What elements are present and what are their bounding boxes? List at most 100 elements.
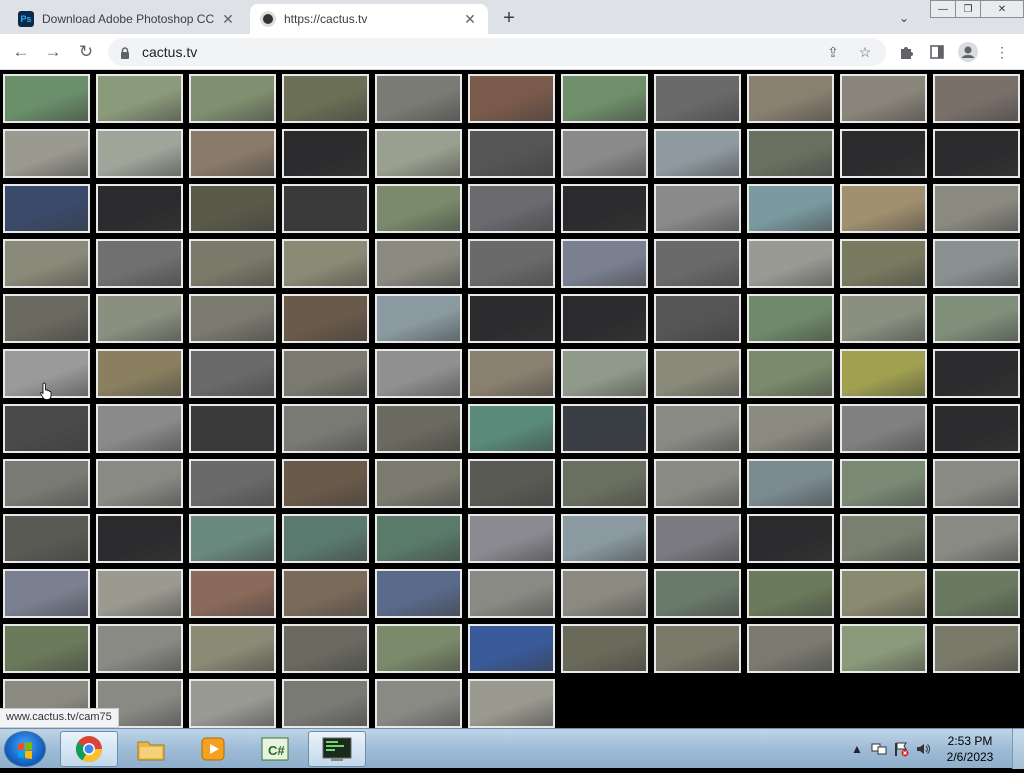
- camera-thumbnail[interactable]: [747, 239, 834, 288]
- camera-thumbnail[interactable]: [3, 624, 90, 673]
- camera-thumbnail[interactable]: [933, 514, 1020, 563]
- camera-thumbnail[interactable]: [189, 624, 276, 673]
- camera-thumbnail[interactable]: [96, 404, 183, 453]
- camera-thumbnail[interactable]: [189, 349, 276, 398]
- camera-thumbnail[interactable]: [96, 349, 183, 398]
- camera-thumbnail[interactable]: [561, 294, 648, 343]
- new-tab-button[interactable]: +: [497, 6, 521, 30]
- flag-icon[interactable]: [893, 741, 909, 757]
- camera-thumbnail[interactable]: [468, 74, 555, 123]
- tab-photoshop-download[interactable]: Ps Download Adobe Photoshop CC ✕: [8, 4, 246, 34]
- camera-thumbnail[interactable]: [375, 239, 462, 288]
- camera-thumbnail[interactable]: [840, 129, 927, 178]
- camera-thumbnail[interactable]: [933, 624, 1020, 673]
- camera-thumbnail[interactable]: [96, 514, 183, 563]
- camera-thumbnail[interactable]: [747, 349, 834, 398]
- camera-thumbnail[interactable]: [282, 679, 369, 728]
- camera-thumbnail[interactable]: [747, 129, 834, 178]
- camera-thumbnail[interactable]: [3, 569, 90, 618]
- camera-thumbnail[interactable]: [282, 239, 369, 288]
- media-player-icon[interactable]: [184, 731, 242, 767]
- camera-thumbnail[interactable]: [282, 74, 369, 123]
- camera-thumbnail[interactable]: [840, 74, 927, 123]
- camera-thumbnail[interactable]: [933, 129, 1020, 178]
- camera-thumbnail[interactable]: [561, 184, 648, 233]
- camera-thumbnail[interactable]: [747, 184, 834, 233]
- camera-thumbnail[interactable]: [654, 569, 741, 618]
- camera-thumbnail[interactable]: [3, 184, 90, 233]
- camera-thumbnail[interactable]: [189, 404, 276, 453]
- camera-thumbnail[interactable]: [96, 294, 183, 343]
- camera-thumbnail[interactable]: [189, 74, 276, 123]
- camera-thumbnail[interactable]: [282, 514, 369, 563]
- camera-thumbnail[interactable]: [840, 239, 927, 288]
- camera-thumbnail[interactable]: [654, 129, 741, 178]
- camera-thumbnail[interactable]: [840, 514, 927, 563]
- camera-thumbnail[interactable]: [375, 74, 462, 123]
- camera-thumbnail[interactable]: [561, 514, 648, 563]
- camera-thumbnail[interactable]: [375, 679, 462, 728]
- camera-thumbnail[interactable]: [561, 624, 648, 673]
- camera-thumbnail[interactable]: [561, 569, 648, 618]
- camera-thumbnail[interactable]: [3, 239, 90, 288]
- camera-thumbnail[interactable]: [3, 74, 90, 123]
- window-close-button[interactable]: ✕: [980, 0, 1024, 18]
- camera-thumbnail[interactable]: [747, 624, 834, 673]
- system-clock[interactable]: 2:53 PM 2/6/2023: [934, 733, 1006, 765]
- camera-thumbnail[interactable]: [933, 349, 1020, 398]
- restore-button[interactable]: ❐: [955, 0, 981, 18]
- camera-thumbnail[interactable]: [933, 459, 1020, 508]
- show-desktop-button[interactable]: [1012, 729, 1024, 769]
- camera-thumbnail[interactable]: [189, 184, 276, 233]
- camera-thumbnail[interactable]: [747, 569, 834, 618]
- terminal-icon[interactable]: [308, 731, 366, 767]
- camera-thumbnail[interactable]: [840, 459, 927, 508]
- camera-thumbnail[interactable]: [282, 349, 369, 398]
- camera-thumbnail[interactable]: [468, 459, 555, 508]
- camera-thumbnail[interactable]: [282, 459, 369, 508]
- camera-thumbnail[interactable]: [282, 624, 369, 673]
- camera-thumbnail[interactable]: [189, 459, 276, 508]
- camera-thumbnail[interactable]: [561, 349, 648, 398]
- camera-thumbnail[interactable]: [933, 569, 1020, 618]
- camera-thumbnail[interactable]: [3, 294, 90, 343]
- camera-thumbnail[interactable]: [654, 349, 741, 398]
- camera-thumbnail[interactable]: [189, 679, 276, 728]
- puzzle-icon[interactable]: [896, 42, 916, 62]
- camera-thumbnail[interactable]: [561, 129, 648, 178]
- side-panel-icon[interactable]: [927, 42, 947, 62]
- camera-thumbnail[interactable]: [96, 624, 183, 673]
- camera-thumbnail[interactable]: [375, 459, 462, 508]
- camera-thumbnail[interactable]: [840, 294, 927, 343]
- camera-thumbnail[interactable]: [747, 294, 834, 343]
- lock-icon[interactable]: [120, 46, 130, 59]
- camera-thumbnail[interactable]: [96, 129, 183, 178]
- camera-thumbnail[interactable]: [282, 184, 369, 233]
- camera-thumbnail[interactable]: [933, 184, 1020, 233]
- camera-thumbnail[interactable]: [933, 239, 1020, 288]
- tab-cactus[interactable]: https://cactus.tv ✕: [250, 4, 488, 34]
- camera-thumbnail[interactable]: [654, 294, 741, 343]
- camera-thumbnail[interactable]: [468, 239, 555, 288]
- camera-thumbnail[interactable]: [375, 349, 462, 398]
- camera-thumbnail[interactable]: [468, 349, 555, 398]
- camera-thumbnail[interactable]: [840, 624, 927, 673]
- camera-thumbnail[interactable]: [747, 74, 834, 123]
- close-icon[interactable]: ✕: [220, 11, 236, 27]
- camera-thumbnail[interactable]: [189, 239, 276, 288]
- camera-thumbnail[interactable]: [375, 404, 462, 453]
- camera-thumbnail[interactable]: [747, 459, 834, 508]
- camera-thumbnail[interactable]: [375, 294, 462, 343]
- camera-thumbnail[interactable]: [654, 624, 741, 673]
- camera-thumbnail[interactable]: [282, 294, 369, 343]
- camera-thumbnail[interactable]: [3, 459, 90, 508]
- camera-thumbnail[interactable]: [561, 459, 648, 508]
- camera-thumbnail[interactable]: [840, 569, 927, 618]
- camera-thumbnail[interactable]: [375, 184, 462, 233]
- camera-thumbnail[interactable]: [189, 569, 276, 618]
- camera-thumbnail[interactable]: [96, 459, 183, 508]
- chevron-down-icon[interactable]: ⌄: [893, 8, 915, 28]
- forward-arrow-icon[interactable]: →: [41, 40, 65, 64]
- camera-thumbnail[interactable]: [933, 74, 1020, 123]
- address-bar[interactable]: cactus.tv ⇪ ☆: [108, 38, 886, 66]
